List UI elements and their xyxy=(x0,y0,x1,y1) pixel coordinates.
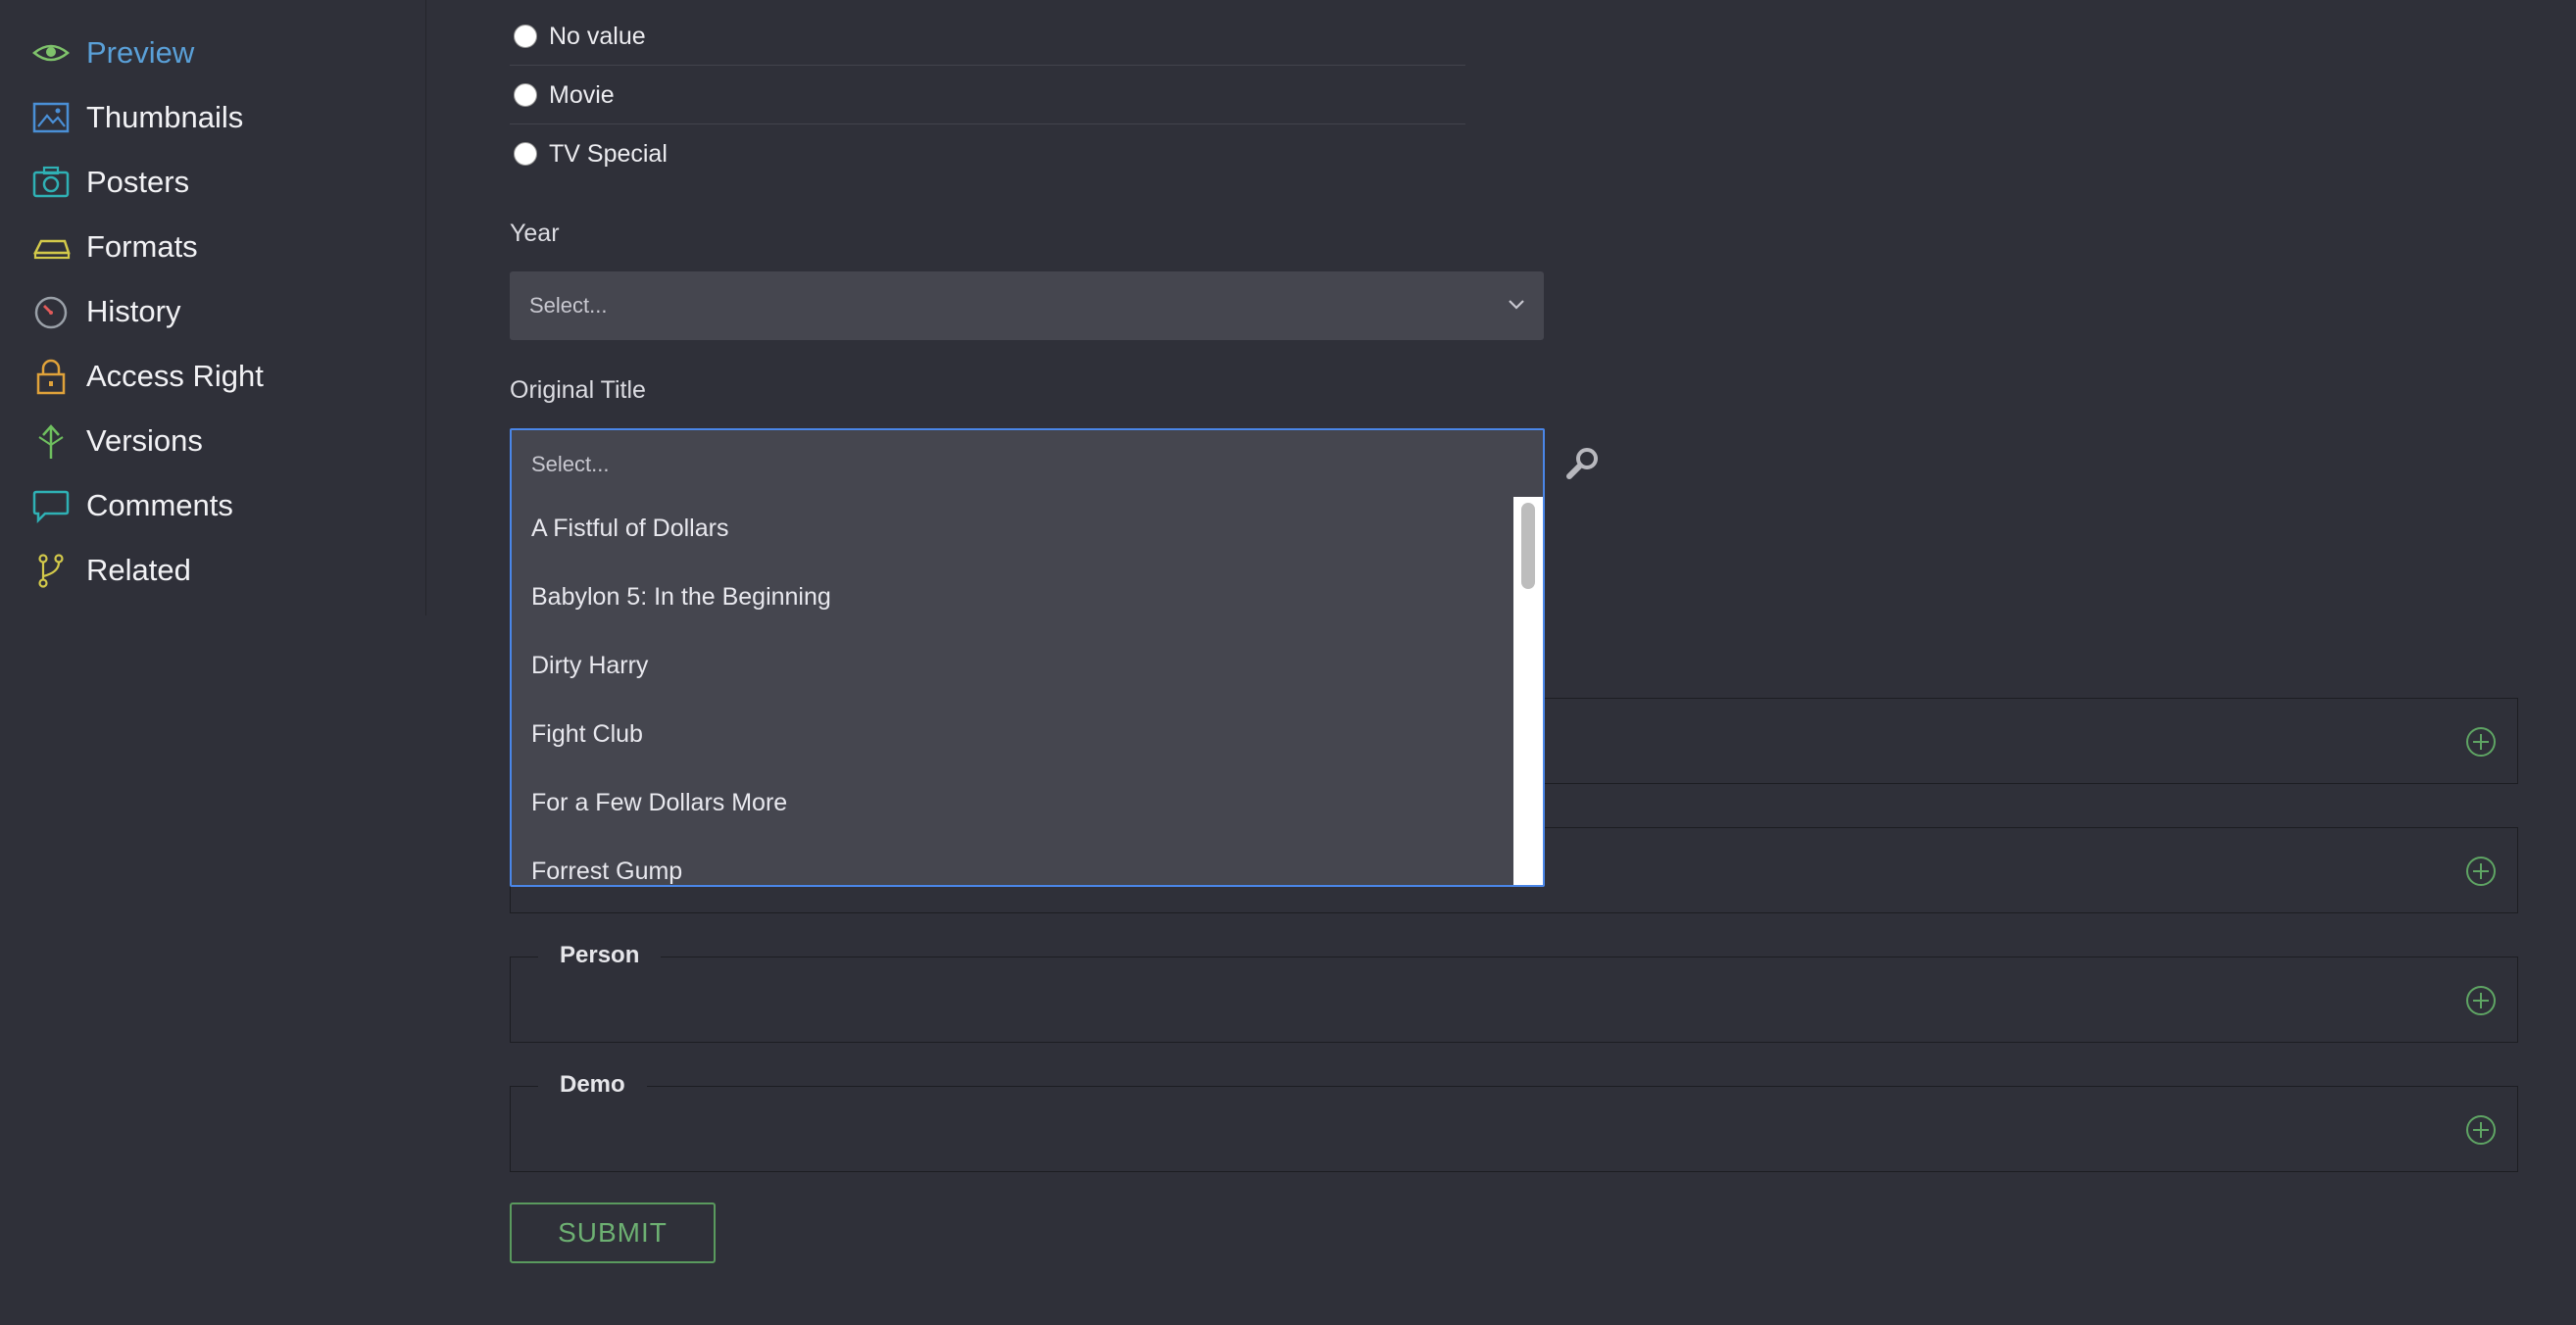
sidebar-item-preview[interactable]: Preview xyxy=(31,28,194,77)
add-plus-icon[interactable] xyxy=(2464,1113,2498,1147)
fieldset-person: Person xyxy=(510,942,2518,1043)
add-plus-icon[interactable] xyxy=(2464,855,2498,888)
formats-icon xyxy=(31,225,74,269)
comment-icon xyxy=(31,484,74,527)
sidebar-item-label: History xyxy=(86,294,181,328)
lock-icon xyxy=(31,355,74,398)
camera-icon xyxy=(31,161,74,204)
radio-button[interactable] xyxy=(514,142,537,166)
year-label: Year xyxy=(510,220,560,247)
fieldset-demo: Demo xyxy=(510,1071,2518,1172)
submit-button[interactable]: SUBMIT xyxy=(510,1202,716,1263)
year-placeholder: Select... xyxy=(529,293,608,318)
sidebar-item-label: Comments xyxy=(86,488,233,522)
dropdown-option[interactable]: Babylon 5: In the Beginning xyxy=(531,583,831,612)
original-title-input[interactable]: Select... xyxy=(531,452,609,477)
dropdown-option[interactable]: Fight Club xyxy=(531,720,643,749)
sidebar-item-label: Formats xyxy=(86,229,198,264)
original-title-dropdown[interactable]: Select... A Fistful of Dollars Babylon 5… xyxy=(510,428,1545,887)
year-select[interactable]: Select... xyxy=(510,271,1544,340)
clock-icon xyxy=(31,290,74,333)
sidebar-item-versions[interactable]: Versions xyxy=(31,417,203,466)
dropdown-option[interactable]: Forrest Gump xyxy=(531,858,682,885)
sidebar-item-label: Versions xyxy=(86,423,203,458)
radio-option-tv-special[interactable]: TV Special xyxy=(510,125,1465,182)
add-plus-icon[interactable] xyxy=(2464,725,2498,759)
original-title-label: Original Title xyxy=(510,376,646,404)
sidebar-item-label: Preview xyxy=(86,35,195,70)
dropdown-scrollbar[interactable] xyxy=(1513,497,1543,885)
sidebar-item-label: Posters xyxy=(86,165,190,199)
scrollbar-thumb[interactable] xyxy=(1521,503,1535,589)
dropdown-option[interactable]: For a Few Dollars More xyxy=(531,789,787,817)
chevron-down-icon xyxy=(1505,293,1528,317)
sidebar-item-access-right[interactable]: Access Right xyxy=(31,352,264,401)
eye-icon xyxy=(31,31,74,74)
search-icon[interactable] xyxy=(1563,444,1603,483)
dropdown-option[interactable]: Dirty Harry xyxy=(531,652,648,680)
sidebar-item-label: Access Right xyxy=(86,359,264,393)
image-icon xyxy=(31,96,74,139)
sidebar: Preview Thumbnails Posters Formats Histo… xyxy=(0,0,426,615)
radio-label: No value xyxy=(549,22,646,50)
branch-icon xyxy=(31,549,74,592)
sidebar-item-thumbnails[interactable]: Thumbnails xyxy=(31,93,243,142)
dropdown-options-list: A Fistful of Dollars Babylon 5: In the B… xyxy=(512,497,1513,885)
sidebar-item-formats[interactable]: Formats xyxy=(31,222,198,271)
sidebar-item-label: Related xyxy=(86,553,191,587)
fieldset-legend: Person xyxy=(538,942,662,969)
radio-label: Movie xyxy=(549,80,615,109)
sidebar-item-posters[interactable]: Posters xyxy=(31,158,189,207)
radio-button[interactable] xyxy=(514,83,537,107)
radio-label: TV Special xyxy=(549,139,668,168)
add-plus-icon[interactable] xyxy=(2464,984,2498,1017)
sidebar-item-related[interactable]: Related xyxy=(31,546,191,595)
radio-option-no-value[interactable]: No value xyxy=(510,8,1465,66)
versions-icon xyxy=(31,419,74,463)
fieldset-legend: Demo xyxy=(538,1071,647,1099)
sidebar-item-history[interactable]: History xyxy=(31,287,180,336)
main-form: No value Movie TV Special Year Select...… xyxy=(510,0,2576,1325)
radio-button[interactable] xyxy=(514,25,537,48)
radio-option-movie[interactable]: Movie xyxy=(510,67,1465,124)
dropdown-option[interactable]: A Fistful of Dollars xyxy=(531,515,728,543)
sidebar-item-label: Thumbnails xyxy=(86,100,244,134)
sidebar-item-comments[interactable]: Comments xyxy=(31,481,233,530)
